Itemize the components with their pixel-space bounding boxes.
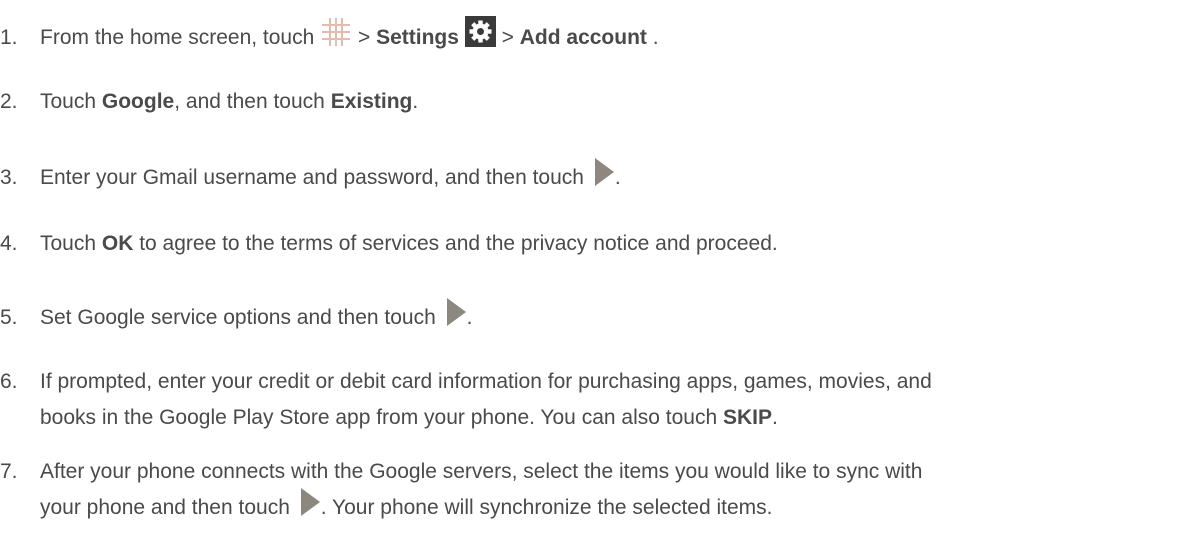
settings-label: Settings: [376, 26, 459, 49]
next-arrow-icon: [445, 297, 467, 327]
step-text: Enter your Gmail username and password, …: [40, 157, 1195, 196]
step-text-segment: >: [357, 26, 377, 49]
settings-gear-icon: [464, 15, 496, 47]
step-text-line: After your phone connects with the Googl…: [40, 454, 1195, 490]
step-number: 4.: [0, 232, 18, 255]
step-text-line: your phone and then touch . Your phone w…: [40, 487, 1195, 526]
step-text-segment: books in the Google Play Store app from …: [40, 406, 723, 429]
step-text-segment: After your phone connects with the Googl…: [40, 460, 923, 483]
step-text-segment: .: [466, 306, 473, 329]
step-text-segment: Set Google service options and then touc…: [40, 306, 436, 329]
step-text-segment: , and then touch: [174, 90, 331, 113]
step-text-segment: .: [771, 406, 778, 429]
step-text-line: books in the Google Play Store app from …: [40, 400, 1195, 436]
step-text-segment: If prompted, enter your credit or debit …: [40, 370, 932, 393]
step-text-segment: From the home screen, touch: [40, 26, 315, 49]
existing-label: Existing: [330, 90, 413, 113]
skip-label: SKIP: [722, 406, 772, 429]
step-number: 3.: [0, 166, 18, 189]
step-text-segment: .: [614, 166, 621, 189]
step-text: Touch Google, and then touch Existing.: [40, 84, 1195, 120]
step-text: From the home screen, touch > Settings >…: [40, 15, 1195, 56]
step-number: 1.: [0, 26, 18, 49]
step-number: 7.: [0, 460, 18, 483]
step-text-segment: your phone and then touch: [40, 496, 290, 519]
next-arrow-icon: [593, 157, 615, 187]
add-account-label: Add account: [519, 26, 647, 49]
step-text-segment: to agree to the terms of services and th…: [133, 232, 778, 255]
step-number: 5.: [0, 306, 18, 329]
apps-grid-icon: [320, 17, 352, 47]
step-text: Touch OK to agree to the terms of servic…: [40, 226, 1195, 262]
step-text-segment: .: [412, 90, 419, 113]
step-text-segment: >: [501, 26, 520, 49]
step-text-line: If prompted, enter your credit or debit …: [40, 364, 1195, 400]
step-text-segment: Enter your Gmail username and password, …: [40, 166, 584, 189]
step-number: 6.: [0, 370, 18, 393]
step-text-segment: Touch: [40, 90, 102, 113]
google-label: Google: [101, 90, 175, 113]
next-arrow-icon: [299, 487, 321, 517]
step-text-segment: . Your phone will synchronize the select…: [320, 496, 773, 519]
ok-label: OK: [101, 232, 134, 255]
step-number: 2.: [0, 90, 18, 113]
step-text-segment: .: [652, 26, 659, 49]
step-text: Set Google service options and then touc…: [40, 297, 1195, 336]
step-text: After your phone connects with the Googl…: [40, 454, 1195, 526]
step-text: If prompted, enter your credit or debit …: [40, 364, 1195, 436]
step-text-segment: Touch: [40, 232, 102, 255]
